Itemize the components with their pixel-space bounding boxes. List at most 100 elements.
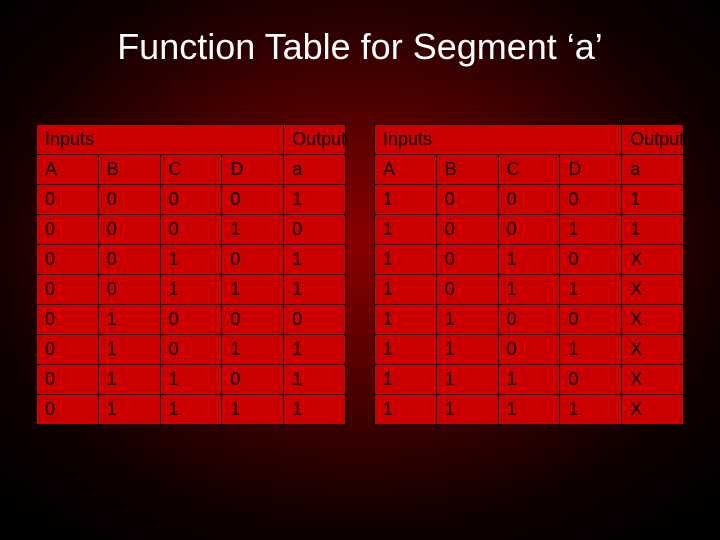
cell: 0 [160,305,222,335]
cell: X [622,275,684,305]
col-header: C [160,155,222,185]
cell: 1 [284,185,346,215]
table-row: 01000 [37,305,346,335]
table-row: 00111 [37,275,346,305]
cell: 0 [37,215,99,245]
cell: X [622,335,684,365]
cell: 0 [37,245,99,275]
cell: 1 [560,275,622,305]
cell: 0 [37,395,99,425]
group-header-row: Inputs Output [37,125,346,155]
col-header: B [436,155,498,185]
table-row: 01101 [37,365,346,395]
cell: 0 [37,335,99,365]
table-row: 1111X [375,395,684,425]
cell: 0 [436,245,498,275]
table-row: 00001 [37,185,346,215]
cell: 0 [98,185,160,215]
cell: 1 [98,335,160,365]
cell: 1 [284,395,346,425]
cell: 1 [98,395,160,425]
cell: 1 [498,365,560,395]
cell: 1 [375,305,437,335]
left-table: Inputs Output A B C D a 00001 00010 0010… [36,124,346,425]
inputs-group-label: Inputs [37,125,284,155]
cell: 0 [37,305,99,335]
cell: 0 [98,275,160,305]
cell: 1 [160,275,222,305]
cell: 0 [37,275,99,305]
cell: 0 [160,335,222,365]
cell: 0 [284,305,346,335]
cell: 1 [160,365,222,395]
cell: 1 [375,215,437,245]
cell: 1 [436,335,498,365]
table-row: 00010 [37,215,346,245]
cell: 0 [498,215,560,245]
cell: X [622,305,684,335]
col-header: D [560,155,622,185]
col-header: A [37,155,99,185]
group-header-row: Inputs Output [375,125,684,155]
cell: 1 [222,335,284,365]
cell: 1 [160,245,222,275]
column-header-row: A B C D a [37,155,346,185]
cell: 0 [37,185,99,215]
cell: 1 [222,275,284,305]
cell: 1 [160,395,222,425]
cell: 0 [436,215,498,245]
cell: 1 [436,305,498,335]
table-row: 1100X [375,305,684,335]
cell: 1 [284,335,346,365]
cell: 0 [560,185,622,215]
inputs-group-label: Inputs [375,125,622,155]
col-header: a [284,155,346,185]
table-row: 00101 [37,245,346,275]
cell: 0 [222,365,284,395]
cell: 1 [436,365,498,395]
cell: 1 [375,335,437,365]
output-group-label: Output [622,125,684,155]
col-header: C [498,155,560,185]
cell: 1 [98,305,160,335]
right-table: Inputs Output A B C D a 10001 10011 1010… [374,124,684,425]
output-group-label: Output [284,125,346,155]
cell: 1 [375,395,437,425]
cell: 1 [498,275,560,305]
cell: 1 [375,275,437,305]
column-header-row: A B C D a [375,155,684,185]
table-row: 10001 [375,185,684,215]
col-header: B [98,155,160,185]
cell: 1 [98,365,160,395]
cell: 0 [160,185,222,215]
cell: 0 [98,215,160,245]
cell: 1 [222,395,284,425]
cell: 1 [436,395,498,425]
cell: 1 [375,185,437,215]
table-row: 1110X [375,365,684,395]
cell: X [622,365,684,395]
cell: 0 [222,305,284,335]
cell: 1 [498,245,560,275]
cell: 1 [222,215,284,245]
slide-title: Function Table for Segment ‘a’ [36,26,684,68]
cell: 0 [160,215,222,245]
cell: 1 [622,185,684,215]
table-row: 10011 [375,215,684,245]
table-row: 1101X [375,335,684,365]
col-header: a [622,155,684,185]
cell: 0 [222,185,284,215]
slide: Function Table for Segment ‘a’ Inputs Ou… [0,0,720,540]
cell: 1 [560,215,622,245]
cell: 1 [375,365,437,395]
cell: 0 [37,365,99,395]
cell: 0 [560,245,622,275]
cell: 1 [560,335,622,365]
cell: 0 [436,275,498,305]
cell: 1 [284,275,346,305]
table-row: 1011X [375,275,684,305]
cell: 1 [284,245,346,275]
cell: 0 [222,245,284,275]
tables-row: Inputs Output A B C D a 00001 00010 0010… [36,124,684,425]
col-header: A [375,155,437,185]
